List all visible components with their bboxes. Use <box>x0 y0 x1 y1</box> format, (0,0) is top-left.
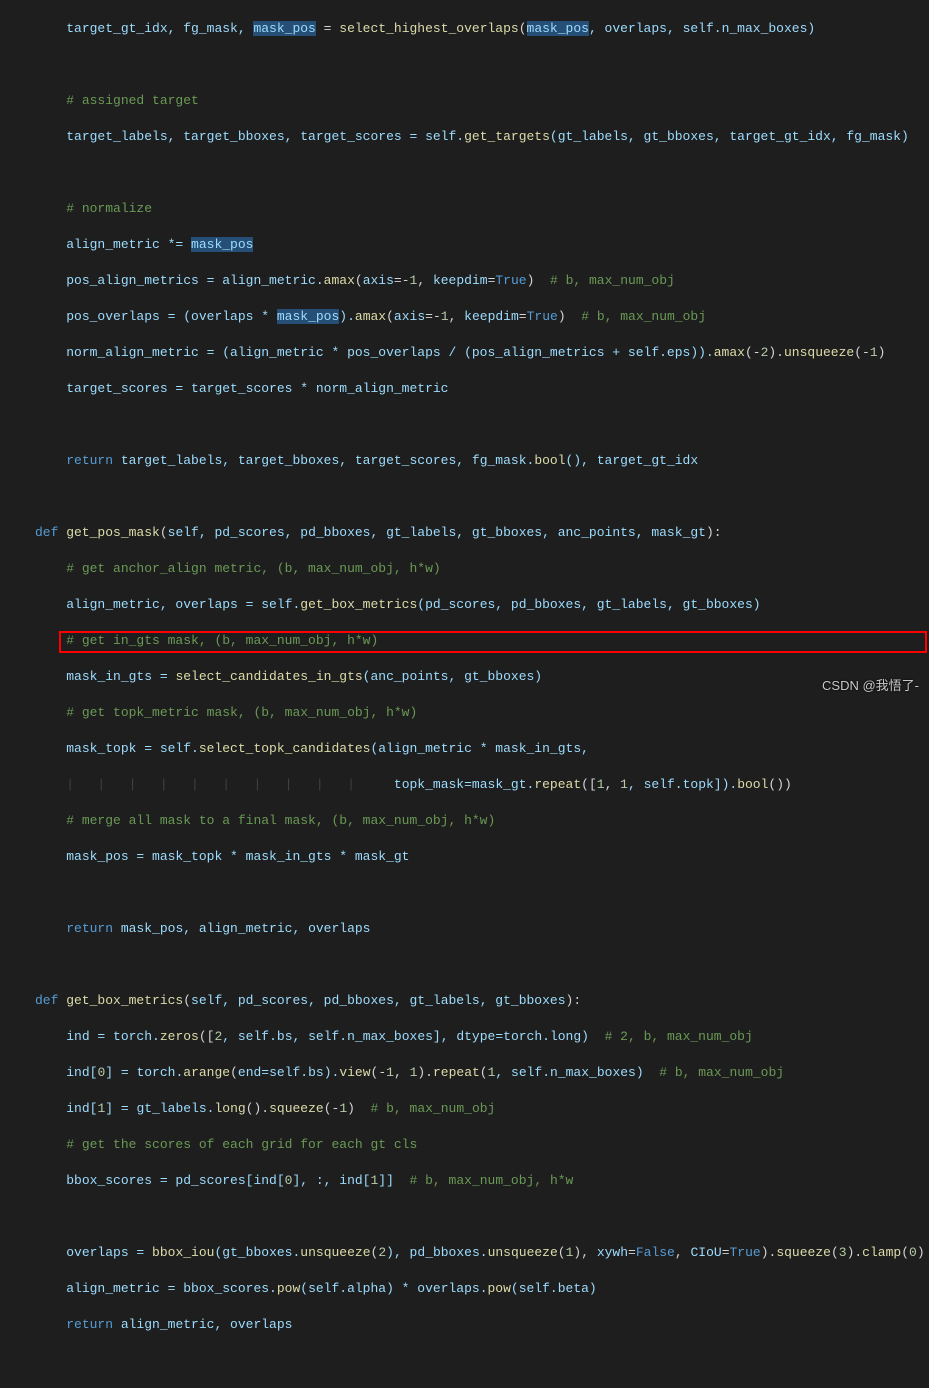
code-line[interactable]: ind = torch.zeros([2, self.bs, self.n_ma… <box>35 1028 929 1046</box>
code-line[interactable]: return align_metric, overlaps <box>35 1316 929 1334</box>
code-line[interactable]: # merge all mask to a final mask, (b, ma… <box>35 812 929 830</box>
code-line[interactable] <box>35 956 929 974</box>
code-line[interactable]: align_metric, overlaps = self.get_box_me… <box>35 596 929 614</box>
code-line[interactable]: target_scores = target_scores * norm_ali… <box>35 380 929 398</box>
code-line[interactable]: def get_box_metrics(self, pd_scores, pd_… <box>35 992 929 1010</box>
highlighted-token: mask_pos <box>527 21 589 36</box>
code-line[interactable]: align_metric *= mask_pos <box>35 236 929 254</box>
code-line[interactable]: pos_overlaps = (overlaps * mask_pos).ama… <box>35 308 929 326</box>
code-line[interactable]: ind[1] = gt_labels.long().squeeze(-1) # … <box>35 1100 929 1118</box>
code-line[interactable]: | | | | | | | | | | topk_mask=mask_gt.re… <box>35 776 929 794</box>
code-line[interactable] <box>35 884 929 902</box>
code-line[interactable] <box>35 1208 929 1226</box>
code-line[interactable]: bbox_scores = pd_scores[ind[0], :, ind[1… <box>35 1172 929 1190</box>
code-line[interactable]: target_labels, target_bboxes, target_sco… <box>35 128 929 146</box>
code-line[interactable]: # assigned target <box>35 92 929 110</box>
code-line[interactable]: pos_align_metrics = align_metric.amax(ax… <box>35 272 929 290</box>
code-line[interactable]: ind[0] = torch.arange(end=self.bs).view(… <box>35 1064 929 1082</box>
code-line[interactable] <box>35 164 929 182</box>
highlighted-token: mask_pos <box>277 309 339 324</box>
code-line[interactable]: # get in_gts mask, (b, max_num_obj, h*w) <box>35 632 929 650</box>
code-line[interactable]: return target_labels, target_bboxes, tar… <box>35 452 929 470</box>
code-line[interactable]: # get anchor_align metric, (b, max_num_o… <box>35 560 929 578</box>
code-line[interactable]: mask_in_gts = select_candidates_in_gts(a… <box>35 668 929 686</box>
code-line[interactable]: def get_pos_mask(self, pd_scores, pd_bbo… <box>35 524 929 542</box>
highlighted-token: mask_pos <box>191 237 253 252</box>
highlighted-token: mask_pos <box>253 21 315 36</box>
watermark: CSDN @我悟了- <box>822 677 919 695</box>
code-line[interactable]: return mask_pos, align_metric, overlaps <box>35 920 929 938</box>
code-line[interactable]: overlaps = bbox_iou(gt_bboxes.unsqueeze(… <box>35 1244 929 1262</box>
code-line[interactable] <box>35 488 929 506</box>
code-line[interactable]: mask_pos = mask_topk * mask_in_gts * mas… <box>35 848 929 866</box>
code-line[interactable] <box>35 416 929 434</box>
code-line[interactable]: align_metric = bbox_scores.pow(self.alph… <box>35 1280 929 1298</box>
code-line[interactable]: norm_align_metric = (align_metric * pos_… <box>35 344 929 362</box>
code-line[interactable]: mask_topk = self.select_topk_candidates(… <box>35 740 929 758</box>
code-line[interactable]: # get topk_metric mask, (b, max_num_obj,… <box>35 704 929 722</box>
code-line[interactable] <box>35 56 929 74</box>
code-editor[interactable]: target_gt_idx, fg_mask, mask_pos = selec… <box>0 0 929 1388</box>
code-line[interactable]: # get the scores of each grid for each g… <box>35 1136 929 1154</box>
code-line[interactable]: target_gt_idx, fg_mask, mask_pos = selec… <box>35 20 929 38</box>
code-line[interactable]: # normalize <box>35 200 929 218</box>
